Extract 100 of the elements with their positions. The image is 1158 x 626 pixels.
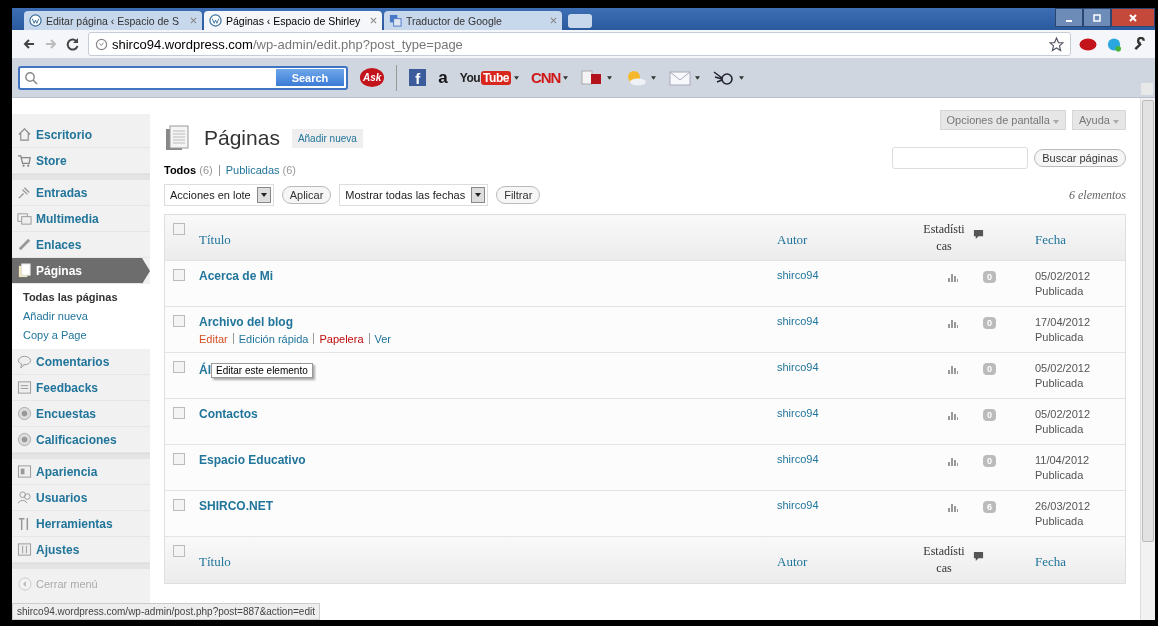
- help-button[interactable]: Ayuda: [1071, 110, 1126, 130]
- screen-options-button[interactable]: Opciones de pantalla: [939, 110, 1066, 130]
- skype-icon[interactable]: [1105, 36, 1123, 52]
- bar-chart-icon[interactable]: [947, 363, 959, 375]
- close-button[interactable]: [1111, 8, 1155, 27]
- column-header[interactable]: Título: [199, 554, 231, 569]
- search-pages-button[interactable]: Buscar páginas: [1034, 149, 1126, 167]
- select-all-checkbox[interactable]: [173, 223, 185, 235]
- column-header[interactable]: Fecha: [1035, 554, 1067, 569]
- row-checkbox[interactable]: [173, 499, 185, 511]
- status-text: Publicada: [1035, 468, 1085, 483]
- row-checkbox[interactable]: [173, 269, 185, 281]
- row-action-link[interactable]: Papelera: [319, 333, 364, 345]
- amazon-logo[interactable]: a: [438, 67, 448, 88]
- reload-icon[interactable]: [66, 37, 80, 51]
- page-title-link[interactable]: Ál: [199, 362, 211, 377]
- row-action-link[interactable]: Edición rápida: [238, 333, 309, 345]
- tab-title: Traductor de Google: [406, 14, 503, 27]
- date-text: 05/02/2012: [1035, 361, 1092, 376]
- sidebar-item[interactable]: Multimedia: [12, 206, 150, 232]
- minimize-icon: [1066, 19, 1072, 22]
- bulk-actions-dropdown[interactable]: Acciones en lote: [164, 184, 274, 206]
- submenu-item[interactable]: Copy a Page: [23, 326, 150, 345]
- forward-arrow-icon[interactable]: [44, 37, 58, 51]
- row-checkbox[interactable]: [173, 407, 185, 419]
- dropdown-caret-icon[interactable]: [651, 75, 657, 80]
- author-link[interactable]: shirco94: [777, 499, 819, 511]
- filter-button[interactable]: Filtrar: [496, 186, 541, 204]
- author-link[interactable]: shirco94: [777, 315, 819, 327]
- cnn-logo[interactable]: CNN: [530, 69, 561, 86]
- dropdown-caret-icon[interactable]: [607, 75, 613, 80]
- column-header[interactable]: Título: [199, 232, 231, 247]
- circle-icon: [17, 432, 32, 447]
- toolbar-search-field[interactable]: Search: [18, 65, 348, 90]
- close-icon[interactable]: [190, 17, 197, 24]
- bar-chart-icon[interactable]: [947, 455, 959, 467]
- browser-tab[interactable]: Editar página ‹ Espacio de S: [24, 11, 202, 30]
- pages-icon: [17, 263, 32, 278]
- column-header[interactable]: Autor: [777, 554, 808, 569]
- url-text: shirco94.wordpress.com/wp-admin/edit.php?post_type=page: [112, 36, 463, 52]
- author-link[interactable]: shirco94: [777, 361, 819, 373]
- address-bar[interactable]: shirco94.wordpress.com/wp-admin/edit.php?post_type=page: [88, 32, 1071, 56]
- sidebar-item[interactable]: Entradas: [12, 180, 150, 206]
- star-icon[interactable]: [1049, 36, 1064, 52]
- bar-chart-icon[interactable]: [947, 317, 959, 329]
- column-header[interactable]: Fecha: [1035, 232, 1067, 247]
- facebook-logo[interactable]: f: [409, 69, 427, 86]
- bar-chart-icon[interactable]: [947, 271, 959, 283]
- form-icon: [17, 380, 32, 395]
- cart-icon: [17, 153, 32, 168]
- row-action-link[interactable]: Editar: [199, 333, 228, 345]
- bar-chart-icon[interactable]: [947, 501, 959, 513]
- back-arrow-icon[interactable]: [22, 37, 36, 51]
- search-field[interactable]: [892, 147, 1029, 169]
- row-checkbox[interactable]: [173, 453, 185, 465]
- author-link[interactable]: shirco94: [777, 453, 819, 465]
- scrollbar[interactable]: [1140, 98, 1155, 620]
- sidebar-item[interactable]: Herramientas: [12, 511, 150, 537]
- author-link[interactable]: shirco94: [777, 269, 819, 281]
- date-filter-dropdown[interactable]: Mostrar todas las fechas: [339, 184, 489, 206]
- minimize-button[interactable]: [1055, 8, 1083, 27]
- filter-link[interactable]: Publicadas (6): [225, 164, 296, 176]
- close-icon[interactable]: [550, 17, 557, 24]
- dropdown-caret-icon[interactable]: [563, 75, 569, 80]
- apply-button[interactable]: Aplicar: [281, 186, 332, 204]
- new-tab-button[interactable]: [568, 14, 592, 28]
- maximize-button[interactable]: [1083, 8, 1111, 27]
- page-title-link[interactable]: SHIRCO.NET: [199, 499, 273, 513]
- row-action-link[interactable]: Ver: [374, 333, 392, 345]
- dropdown-caret-icon: [475, 193, 482, 197]
- sidebar-item[interactable]: Usuarios: [12, 485, 150, 511]
- sidebar-item[interactable]: Encuestas: [12, 401, 150, 427]
- sidebar-item[interactable]: Apariencia: [12, 459, 150, 485]
- submenu-item[interactable]: Todas las páginas: [23, 288, 150, 307]
- dropdown-caret-icon[interactable]: [695, 75, 701, 80]
- browser-tab[interactable]: Traductor de Google: [384, 11, 562, 30]
- tooltip: Editar este elemento: [211, 363, 313, 378]
- sidebar-item[interactable]: Feedbacks: [12, 375, 150, 401]
- page-title-link[interactable]: Archivo del blog: [199, 315, 293, 329]
- dropdown-caret-icon[interactable]: [513, 75, 519, 80]
- browser-tab[interactable]: Páginas ‹ Espacio de Shirley: [204, 11, 382, 30]
- select-all-checkbox[interactable]: [173, 545, 185, 557]
- row-checkbox[interactable]: [173, 315, 185, 327]
- page-title-link[interactable]: Contactos: [199, 407, 258, 421]
- filter-link[interactable]: Todos (6): [164, 164, 213, 176]
- close-icon[interactable]: [370, 17, 377, 24]
- page-title-link[interactable]: Acerca de Mi: [199, 269, 274, 283]
- dropdown-caret-icon[interactable]: [739, 75, 745, 80]
- sidebar-item[interactable]: Escritorio: [12, 122, 150, 148]
- row-checkbox[interactable]: [173, 361, 185, 373]
- page-title-link[interactable]: Espacio Educativo: [199, 453, 306, 467]
- column-header[interactable]: Autor: [777, 232, 808, 247]
- column-header: Estadísticas: [922, 221, 966, 255]
- add-new-button[interactable]: Añadir nueva: [291, 128, 363, 148]
- author-link[interactable]: shirco94: [777, 407, 819, 419]
- submenu-item[interactable]: Añadir nueva: [23, 307, 150, 326]
- sidebar-item[interactable]: Comentarios: [12, 349, 150, 375]
- ask-logo[interactable]: Ask: [360, 68, 385, 87]
- bar-chart-icon[interactable]: [947, 409, 959, 421]
- search-button[interactable]: Search: [276, 69, 344, 86]
